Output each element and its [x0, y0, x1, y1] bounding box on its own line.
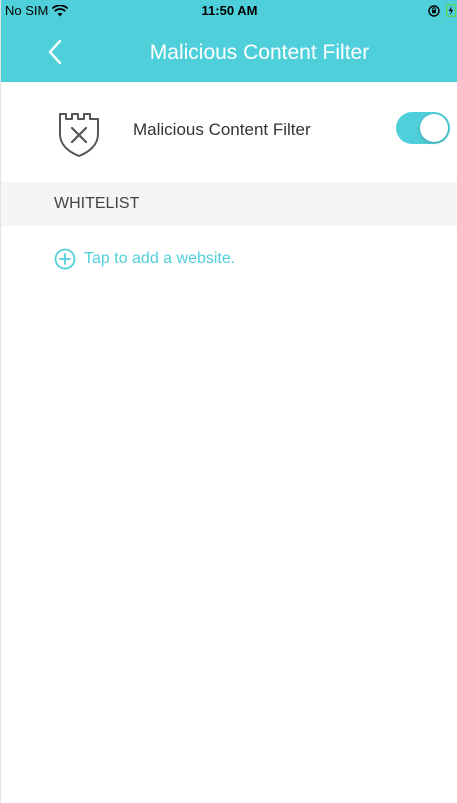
battery-charging-icon [445, 3, 457, 20]
plus-circle-icon [54, 248, 76, 270]
status-time: 11:50 AM [201, 3, 258, 18]
add-website-button[interactable]: Tap to add a website. [54, 248, 235, 270]
shield-x-icon [54, 110, 104, 158]
whitelist-header: WHITELIST [54, 195, 140, 212]
toggle-knob [420, 114, 448, 142]
add-website-label: Tap to add a website. [84, 250, 236, 267]
status-right-icons [428, 3, 457, 20]
page-title: Malicious Content Filter [149, 41, 370, 64]
navigation-bar: Malicious Content Filter [1, 22, 457, 82]
screen: No SIM 11:50 AM Malicious Content Filter… [0, 0, 457, 803]
whitelist-section-header: WHITELIST [1, 182, 457, 226]
filter-toggle[interactable] [396, 112, 450, 144]
orientation-lock-icon [428, 4, 440, 20]
malicious-filter-row: Malicious Content Filter [1, 82, 457, 182]
filter-label: Malicious Content Filter [133, 120, 311, 139]
status-bar: No SIM 11:50 AM [1, 0, 457, 22]
